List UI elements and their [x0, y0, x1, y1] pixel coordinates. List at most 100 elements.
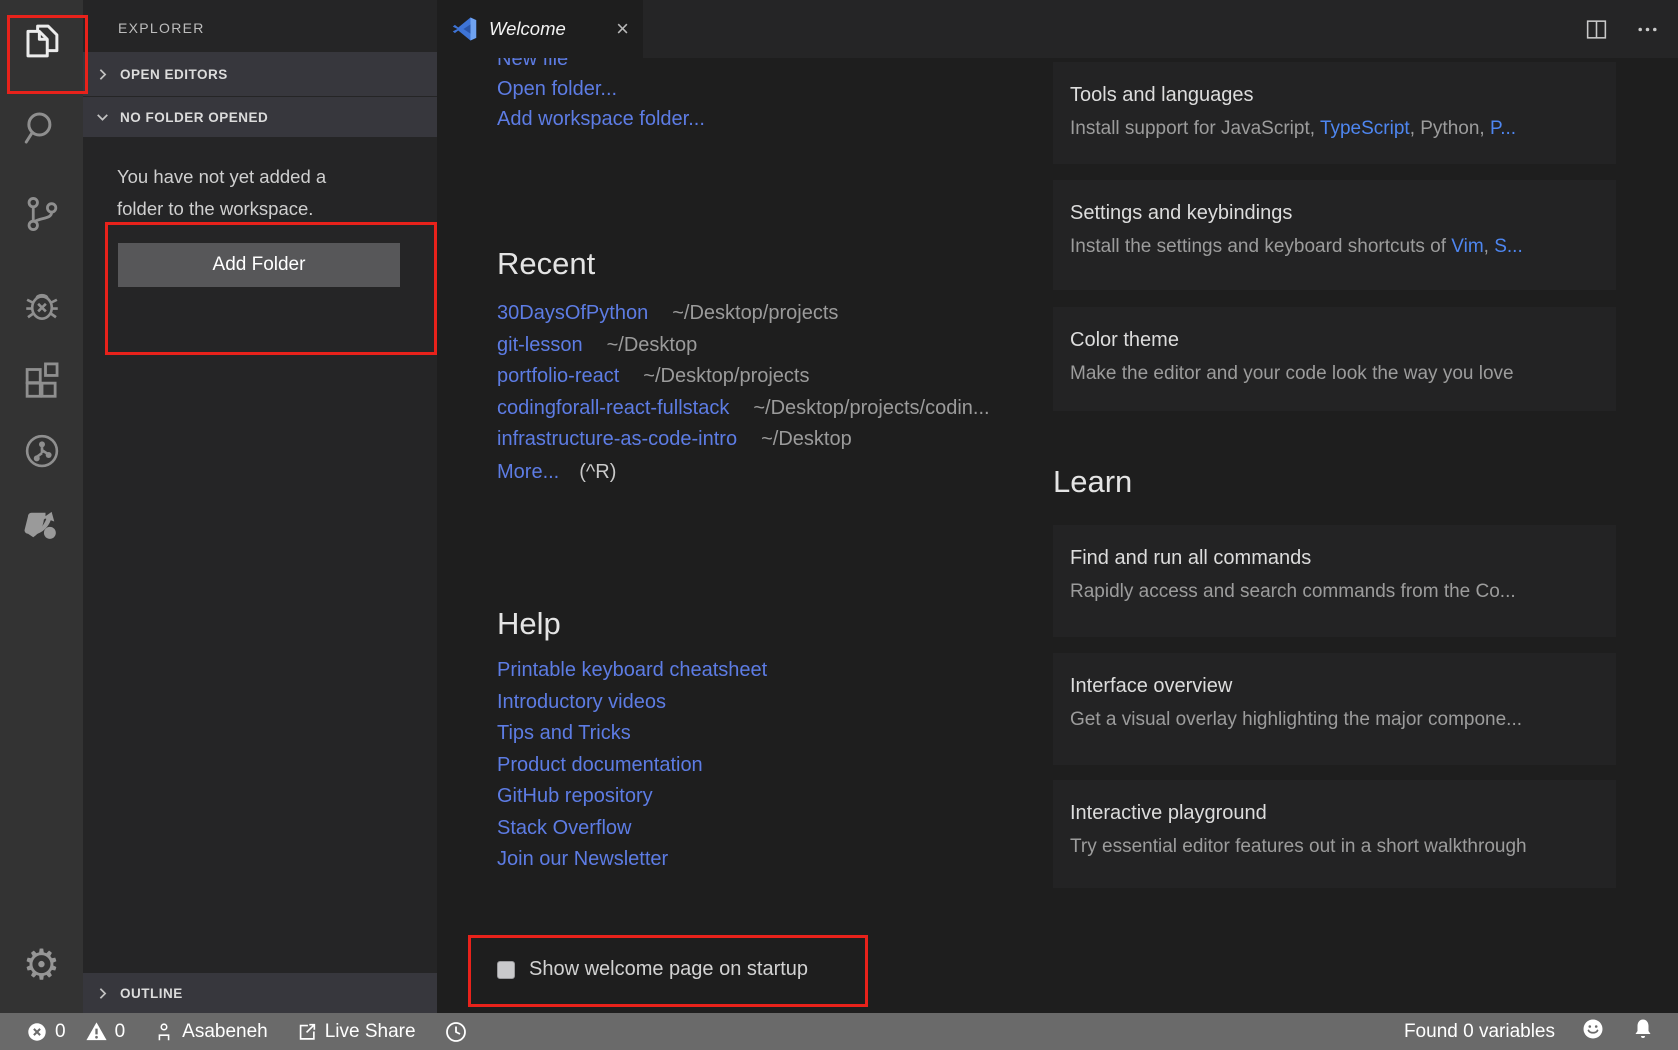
vim-link[interactable]: Vim [1451, 236, 1483, 257]
recent-path: ~/Desktop/projects [672, 302, 838, 324]
card-settings-and-keybindings[interactable]: Settings and keybindings Install the set… [1053, 180, 1616, 290]
extensions-icon [21, 359, 63, 406]
activity-item-manage[interactable]: ⚙ [0, 941, 83, 989]
warning-icon [85, 1020, 108, 1043]
checkbox-icon[interactable] [497, 961, 515, 979]
section-label: OUTLINE [120, 986, 183, 1001]
error-count: 0 [55, 1021, 66, 1043]
live-share-status[interactable]: Live Share [296, 1021, 416, 1043]
notifications-bell-icon[interactable] [1631, 1017, 1655, 1047]
source-control-icon [21, 193, 63, 240]
card-title: Interactive playground [1070, 802, 1599, 825]
activity-item-extensions[interactable] [0, 358, 83, 406]
card-description: Install support for JavaScript, TypeScri… [1070, 118, 1599, 140]
status-bar: 0 0 Asabeneh Live Share Found 0 var [0, 1013, 1678, 1050]
share-icon [296, 1021, 318, 1043]
tab-label: Welcome [489, 18, 566, 40]
tab-welcome[interactable]: Welcome × [437, 0, 643, 58]
recent-path: ~/Desktop [607, 334, 698, 356]
debug-icon [21, 284, 63, 331]
add-folder-button[interactable]: Add Folder [118, 243, 400, 287]
activity-item-commit-graph[interactable] [0, 429, 83, 477]
recent-link[interactable]: portfolio-react [497, 365, 619, 387]
feedback-smiley-icon[interactable] [1581, 1017, 1605, 1047]
sidebar-title: EXPLORER [118, 20, 205, 36]
close-icon[interactable]: × [616, 19, 629, 39]
card-title: Tools and languages [1070, 84, 1599, 107]
tab-bar: Welcome × [437, 0, 1678, 58]
more-languages-link[interactable]: P... [1490, 118, 1516, 139]
problems-status[interactable]: 0 0 [26, 1020, 125, 1043]
clock-icon [444, 1020, 468, 1044]
help-list: Printable keyboard cheatsheet Introducto… [497, 655, 767, 876]
section-open-editors[interactable]: OPEN EDITORS [83, 52, 437, 96]
help-link-stack-overflow[interactable]: Stack Overflow [497, 813, 767, 845]
card-title: Color theme [1070, 329, 1599, 352]
card-find-run-commands[interactable]: Find and run all commands Rapidly access… [1053, 525, 1616, 637]
recent-item: codingforall-react-fullstack ~/Desktop/pr… [497, 393, 990, 425]
recent-path: ~/Desktop/projects [643, 365, 809, 387]
live-share-icon [21, 504, 63, 551]
card-title: Find and run all commands [1070, 547, 1599, 570]
editor-area: Welcome × New file Open folder... Add wo… [437, 0, 1678, 1013]
more-link[interactable]: More... [497, 461, 559, 483]
card-color-theme[interactable]: Color theme Make the editor and your cod… [1053, 307, 1616, 411]
section-outline[interactable]: OUTLINE [83, 973, 437, 1013]
files-icon [21, 20, 63, 67]
clock-status[interactable] [444, 1020, 468, 1044]
card-description: Rapidly access and search commands from … [1070, 581, 1599, 603]
split-editor-icon[interactable] [1584, 17, 1609, 42]
recent-link[interactable]: 30DaysOfPython [497, 302, 648, 324]
gear-icon: ⚙ [23, 944, 61, 986]
more-actions-icon[interactable] [1635, 17, 1660, 42]
start-link-new-file[interactable]: New file [497, 58, 705, 74]
help-link-github-repository[interactable]: GitHub repository [497, 781, 767, 813]
found-variables-status[interactable]: Found 0 variables [1404, 1021, 1555, 1043]
typescript-link[interactable]: TypeScript [1320, 118, 1410, 139]
recent-item: git-lesson ~/Desktop [497, 330, 990, 362]
circle-branch-icon [21, 430, 63, 477]
start-link-open-folder[interactable]: Open folder... [497, 74, 705, 104]
help-link-join-newsletter[interactable]: Join our Newsletter [497, 844, 767, 876]
card-interface-overview[interactable]: Interface overview Get a visual overlay … [1053, 653, 1616, 765]
recent-list: 30DaysOfPython ~/Desktop/projects git-les… [497, 298, 990, 456]
chevron-down-icon [94, 109, 111, 126]
card-description: Get a visual overlay highlighting the ma… [1070, 709, 1599, 731]
recent-item: 30DaysOfPython ~/Desktop/projects [497, 298, 990, 330]
card-interactive-playground[interactable]: Interactive playground Try essential edi… [1053, 780, 1616, 888]
card-title: Settings and keybindings [1070, 202, 1599, 225]
recent-link[interactable]: infrastructure-as-code-intro [497, 428, 737, 450]
help-link-product-documentation[interactable]: Product documentation [497, 750, 767, 782]
section-no-folder-opened[interactable]: NO FOLDER OPENED [83, 97, 437, 137]
help-link-introductory-videos[interactable]: Introductory videos [497, 687, 767, 719]
vscode-logo-icon [452, 16, 478, 42]
activity-item-explorer[interactable] [0, 19, 83, 67]
activity-item-search[interactable] [0, 106, 83, 154]
recent-link[interactable]: codingforall-react-fullstack [497, 397, 729, 419]
recent-path: ~/Desktop [761, 428, 852, 450]
section-label: OPEN EDITORS [120, 67, 228, 82]
activity-item-source-control[interactable] [0, 192, 83, 240]
card-tools-and-languages[interactable]: Tools and languages Install support for … [1053, 62, 1616, 164]
help-link-keyboard-cheatsheet[interactable]: Printable keyboard cheatsheet [497, 655, 767, 687]
help-link-tips-and-tricks[interactable]: Tips and Tricks [497, 718, 767, 750]
account-status[interactable]: Asabeneh [153, 1021, 268, 1043]
more-keybindings-link[interactable]: S... [1494, 236, 1523, 257]
startup-checkbox-row[interactable]: Show welcome page on startup [497, 958, 808, 981]
start-link-add-workspace-folder[interactable]: Add workspace folder... [497, 104, 705, 134]
start-links: New file Open folder... Add workspace fo… [497, 58, 705, 134]
card-title: Interface overview [1070, 675, 1599, 698]
chevron-right-icon [94, 66, 111, 83]
recent-link[interactable]: git-lesson [497, 334, 583, 356]
activity-bar: ⚙ [0, 0, 83, 1013]
recent-item: portfolio-react ~/Desktop/projects [497, 361, 990, 393]
section-label: NO FOLDER OPENED [120, 110, 268, 125]
recent-path: ~/Desktop/projects/codin... [753, 397, 989, 419]
card-description: Install the settings and keyboard shortc… [1070, 236, 1599, 258]
welcome-page: New file Open folder... Add workspace fo… [437, 58, 1678, 1013]
recent-more: More...(^R) [497, 461, 616, 484]
activity-item-live-share[interactable] [0, 503, 83, 551]
recent-item: infrastructure-as-code-intro ~/Desktop [497, 424, 990, 456]
search-icon [21, 107, 63, 154]
activity-item-debug[interactable] [0, 283, 83, 331]
